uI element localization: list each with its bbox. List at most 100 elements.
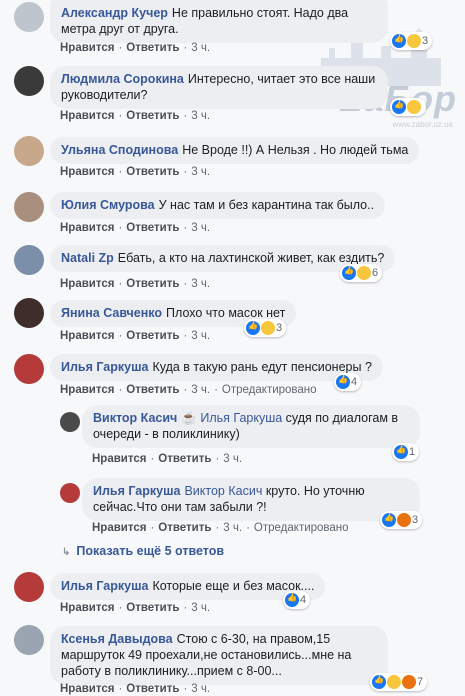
comment-author[interactable]: Виктор Касич xyxy=(93,411,177,425)
avatar[interactable] xyxy=(60,412,80,432)
like-link[interactable]: Нравится xyxy=(60,330,114,342)
reply-arrow-icon: ↳ xyxy=(62,547,71,558)
comment-author[interactable]: Илья Гаркуша xyxy=(61,360,148,374)
like-link[interactable]: Нравится xyxy=(60,166,114,178)
timestamp[interactable]: 3 ч. xyxy=(191,330,210,342)
reactions[interactable]: 7 xyxy=(370,673,428,691)
comment-author[interactable]: Людмила Сорокина xyxy=(61,72,184,86)
reactions[interactable]: 4 xyxy=(334,373,362,391)
show-more-replies-link[interactable]: ↳ Показать ещё 5 ответов xyxy=(62,544,224,558)
comment-actions: Нравится · Ответить · 3 ч. · Отредактировано xyxy=(92,522,349,534)
mention-link[interactable]: Илья Гаркуша xyxy=(200,411,282,425)
timestamp[interactable]: 3 ч. xyxy=(191,602,210,614)
comment-actions: Нравится · Ответить · 3 ч. xyxy=(60,602,211,614)
avatar[interactable] xyxy=(14,245,44,275)
timestamp[interactable]: 3 ч. xyxy=(223,453,242,465)
comment-author[interactable]: Илья Гаркуша xyxy=(93,484,180,498)
like-reaction-icon xyxy=(336,375,350,389)
comment-author[interactable]: Natali Zp xyxy=(61,251,114,265)
comment-author[interactable]: Юлия Смурова xyxy=(61,198,155,212)
comment-author[interactable]: Ксенья Давыдова xyxy=(61,632,173,646)
comment-actions: Нравится · Ответить · 3 ч. xyxy=(60,683,211,695)
like-reaction-icon xyxy=(394,445,408,459)
comment-text: Плохо что масок нет xyxy=(166,306,286,320)
edited-label[interactable]: Отредактировано xyxy=(254,522,349,534)
reply-link[interactable]: Ответить xyxy=(126,278,179,290)
reactions[interactable]: 3 xyxy=(390,32,433,50)
comment-bubble: Людмила Сорокина Интересно, читает это вс… xyxy=(50,66,388,109)
edited-label[interactable]: Отредактировано xyxy=(222,384,317,396)
reaction-count: 1 xyxy=(409,446,416,458)
reply-link[interactable]: Ответить xyxy=(126,683,179,695)
reply-link[interactable]: Ответить xyxy=(158,522,211,534)
avatar[interactable] xyxy=(14,625,44,655)
reactions[interactable]: 3 xyxy=(380,511,423,529)
like-link[interactable]: Нравится xyxy=(92,453,146,465)
show-more-label: Показать ещё 5 ответов xyxy=(76,544,225,558)
angry-reaction-icon xyxy=(397,513,411,527)
avatar[interactable] xyxy=(14,136,44,166)
comment-text: Не Вроде !!) А Нельзя . Но людей тьма xyxy=(182,143,409,157)
like-link[interactable]: Нравится xyxy=(60,602,114,614)
reply-link[interactable]: Ответить xyxy=(126,330,179,342)
reply-link[interactable]: Ответить xyxy=(158,453,211,465)
reply-link[interactable]: Ответить xyxy=(126,384,179,396)
avatar[interactable] xyxy=(14,192,44,222)
avatar[interactable] xyxy=(60,483,80,503)
timestamp[interactable]: 3 ч. xyxy=(191,683,210,695)
reaction-count: 3 xyxy=(422,35,429,47)
sad-reaction-icon xyxy=(357,266,371,280)
comment-author[interactable]: Янина Савченко xyxy=(61,306,162,320)
reactions[interactable]: 6 xyxy=(340,264,383,282)
like-reaction-icon xyxy=(372,675,386,689)
reply-link[interactable]: Ответить xyxy=(126,602,179,614)
reactions[interactable]: 1 xyxy=(392,443,420,461)
comment-text: Ебать, а кто на лахтинской живет, как ез… xyxy=(117,251,385,265)
reply-link[interactable]: Ответить xyxy=(126,42,179,54)
avatar[interactable] xyxy=(14,298,44,328)
comment-text: У нас там и без карантина так было.. xyxy=(158,198,375,212)
timestamp[interactable]: 3 ч. xyxy=(191,222,210,234)
haha-reaction-icon xyxy=(407,100,421,114)
like-link[interactable]: Нравится xyxy=(60,683,114,695)
mention-link[interactable]: Виктор Касич xyxy=(184,484,262,498)
avatar[interactable] xyxy=(14,572,44,602)
comment-author[interactable]: Александр Кучер xyxy=(61,6,168,20)
reply-link[interactable]: Ответить xyxy=(126,166,179,178)
like-reaction-icon xyxy=(246,321,260,335)
timestamp[interactable]: 3 ч. xyxy=(223,522,242,534)
angry-reaction-icon xyxy=(402,675,416,689)
comment-actions: Нравится · Ответить · 3 ч. xyxy=(60,166,211,178)
avatar[interactable] xyxy=(14,66,44,96)
comment-author[interactable]: Ульяна Сподинова xyxy=(61,143,178,157)
like-link[interactable]: Нравится xyxy=(60,222,114,234)
reaction-count: 6 xyxy=(372,267,379,279)
comment-actions: Нравится · Ответить · 3 ч. xyxy=(60,278,211,290)
timestamp[interactable]: 3 ч. xyxy=(191,384,210,396)
reply-link[interactable]: Ответить xyxy=(126,222,179,234)
comment-bubble: Илья Гаркуша Куда в такую рань едут пенси… xyxy=(50,354,383,381)
comment-actions: Нравится · Ответить · 3 ч. xyxy=(92,453,243,465)
like-reaction-icon xyxy=(382,513,396,527)
like-link[interactable]: Нравится xyxy=(60,110,114,122)
reactions[interactable]: 3 xyxy=(244,319,287,337)
like-link[interactable]: Нравится xyxy=(60,278,114,290)
like-link[interactable]: Нравится xyxy=(60,384,114,396)
timestamp[interactable]: 3 ч. xyxy=(191,42,210,54)
like-link[interactable]: Нравится xyxy=(92,522,146,534)
timestamp[interactable]: 3 ч. xyxy=(191,278,210,290)
reactions[interactable] xyxy=(390,98,426,116)
comment-actions: Нравится · Ответить · 3 ч. xyxy=(60,222,211,234)
avatar[interactable] xyxy=(14,2,44,32)
reply-link[interactable]: Ответить xyxy=(126,110,179,122)
like-reaction-icon xyxy=(285,593,299,607)
avatar[interactable] xyxy=(14,354,44,384)
timestamp[interactable]: 3 ч. xyxy=(191,110,210,122)
like-link[interactable]: Нравится xyxy=(60,42,114,54)
haha-reaction-icon xyxy=(407,34,421,48)
comment-author[interactable]: Илья Гаркуша xyxy=(61,579,148,593)
comment-bubble: Ксенья Давыдова Стою с 6-30, на правом,15… xyxy=(50,626,388,685)
comment-actions: Нравится · Ответить · 3 ч. · Отредактировано xyxy=(60,384,317,396)
timestamp[interactable]: 3 ч. xyxy=(191,166,210,178)
reactions[interactable]: 4 xyxy=(283,591,311,609)
